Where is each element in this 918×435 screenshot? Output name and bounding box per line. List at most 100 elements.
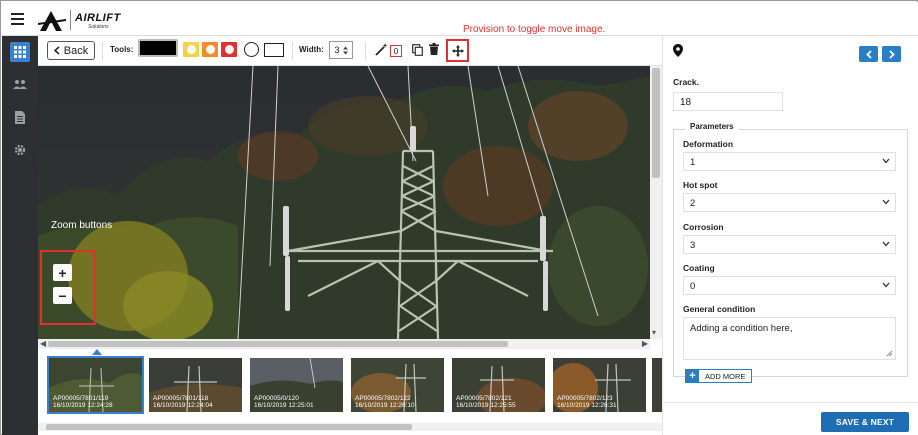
color-swatch-red[interactable] [221,42,237,57]
add-more-label: ADD MORE [705,371,746,381]
hot-spot-select[interactable]: 2 [683,193,896,212]
airlift-logo-icon [38,11,66,31]
scrollbar-thumb[interactable] [48,341,508,347]
crack-label: Crack. [673,77,699,87]
scroll-down-arrow-icon[interactable]: ▾ [652,328,656,337]
resize-grip-icon[interactable] [886,350,893,357]
chevron-down-icon [882,282,890,288]
sidebar-item-settings[interactable] [10,140,30,160]
thumbnail-item[interactable]: AP00005/7802/121 16/10/2019 12:25:55 [452,358,545,412]
corrosion-value: 3 [690,240,696,251]
general-condition-label: General condition [683,304,756,314]
scrollbar-thumb[interactable] [46,424,412,430]
thumbnail-item[interactable]: AP00005/0/120 16/10/2019 12:25:01 [250,358,343,412]
logo-divider [70,10,71,30]
sidebar-item-reports[interactable] [10,107,30,127]
thumbnail-item[interactable]: AP00005/7801/118 16/10/2019 12:24:04 [149,358,242,412]
move-icon [451,44,464,57]
corrosion-select[interactable]: 3 [683,235,896,254]
annotation-toolbar: Back Tools: Width: 3 0 [38,36,662,66]
zoom-in-button[interactable]: + [53,264,72,281]
thumbnail-caption: AP00005/7801/119 16/10/2019 12:24:28 [53,395,113,409]
thumbnail-scrollbar[interactable] [38,423,662,431]
coating-value: 0 [690,281,696,292]
document-icon [15,110,25,124]
chevron-left-icon [865,49,872,59]
thumbnail-caption: AP00005/7802/123 16/10/2019 12:26:31 [557,395,617,409]
color-swatch-orange[interactable] [202,42,218,57]
back-button-label: Back [63,44,89,57]
thumbnail-item[interactable]: AP00005/7801/119 16/10/2019 12:24:28 [47,356,144,414]
viewer-horizontal-scrollbar[interactable]: ◀ ▶ [38,339,650,349]
rectangle-tool-icon[interactable] [264,43,284,57]
top-header: AIRLIFT Solutions Provision to toggle mo… [2,2,918,36]
selected-thumbnail-pointer [92,349,102,355]
sidebar-item-users[interactable] [10,74,30,94]
chevron-right-icon [888,49,895,59]
deformation-value: 1 [690,157,696,168]
thumbnail-strip: AP00005/7801/119 16/10/2019 12:24:28 AP00… [38,349,662,435]
chevron-left-icon [53,46,60,55]
crack-input[interactable]: 18 [673,92,783,111]
scroll-right-arrow-icon[interactable]: ▶ [642,339,648,348]
thumbnail-item[interactable]: AP00005/7802/122 16/10/2019 12:26:10 [351,358,444,412]
trash-icon[interactable] [429,43,439,55]
hot-spot-label: Hot spot [683,180,718,190]
image-viewer[interactable]: Zoom buttons + − ▾ [38,66,662,339]
thumbnail-caption: AP00005/7802/121 16/10/2019 12:25:55 [456,395,516,409]
toolbar-divider [102,42,103,60]
inspection-panel: Crack. 18 Parameters Deformation 1 Hot s… [662,36,918,435]
toolbar-divider [365,42,366,60]
brand-name: AIRLIFT [75,12,121,24]
hot-spot-value: 2 [690,198,696,209]
deformation-select[interactable]: 1 [683,152,896,171]
transmission-tower-image [38,66,650,339]
chevron-down-icon [882,158,890,164]
corrosion-label: Corrosion [683,222,724,232]
tools-label: Tools: [110,45,134,54]
save-and-next-button[interactable]: SAVE & NEXT [821,412,909,432]
chevron-down-icon [882,199,890,205]
magic-wand-icon[interactable] [375,43,388,56]
width-label: Width: [299,45,324,54]
location-pin-icon [673,44,683,57]
zoom-out-button[interactable]: − [53,287,72,304]
move-image-toggle-button[interactable] [446,39,469,62]
thumbnail-caption: AP00005/0/120 16/10/2019 12:25:01 [254,395,314,409]
width-stepper[interactable]: 3 [329,41,353,59]
back-button[interactable]: Back [47,41,95,60]
viewer-vertical-scrollbar[interactable]: ▾ [650,66,662,339]
gear-icon [14,144,26,156]
thumbnail-item[interactable]: AP00005/7802/123 16/10/2019 12:26:31 [553,358,646,412]
next-image-button[interactable] [882,46,901,62]
thumbnail-caption: AP00005/7801/118 16/10/2019 12:24:04 [153,395,213,409]
zoom-buttons-annotation: Zoom buttons [51,220,113,231]
circle-tool-icon[interactable] [244,42,259,57]
plus-icon: + [686,370,699,382]
sidebar-item-dashboard[interactable] [10,42,30,62]
add-more-button[interactable]: + ADD MORE [685,369,753,383]
color-swatch-black[interactable] [138,39,178,57]
left-sidebar [2,36,38,435]
users-icon [13,79,27,89]
app-window: AIRLIFT Solutions Provision to toggle mo… [0,0,918,435]
coating-select[interactable]: 0 [683,276,896,295]
parameters-title: Parameters [685,122,739,131]
brand-tagline: Solutions [88,24,109,30]
stepper-arrows-icon [342,46,348,54]
thumbnail-item-partial[interactable] [652,358,662,412]
scrollbar-thumb[interactable] [652,68,660,178]
hamburger-menu-icon[interactable] [11,13,24,25]
color-swatch-yellow[interactable] [183,42,199,57]
chevron-down-icon [882,241,890,247]
scroll-left-arrow-icon[interactable]: ◀ [40,339,46,348]
toolbar-divider [292,42,293,60]
previous-image-button[interactable] [859,46,878,62]
grid-icon [14,46,26,58]
toggle-move-annotation: Provision to toggle move image. [463,24,606,35]
general-condition-textarea[interactable]: Adding a condition here, [683,317,896,360]
coating-label: Coating [683,263,715,273]
copy-icon[interactable] [412,44,423,56]
general-condition-value: Adding a condition here, [690,323,793,334]
width-value: 3 [334,45,340,55]
